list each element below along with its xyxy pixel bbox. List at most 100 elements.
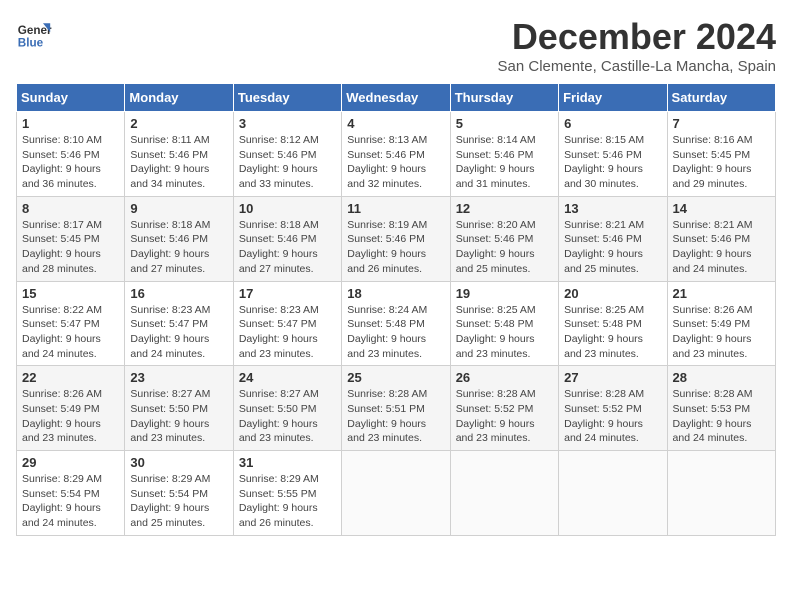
day-number: 8 [22,201,119,216]
month-title: December 2024 [498,16,776,58]
calendar-cell [559,451,667,536]
day-number: 30 [130,455,227,470]
day-info: Sunrise: 8:23 AMSunset: 5:47 PMDaylight:… [239,303,336,362]
calendar-cell: 30 Sunrise: 8:29 AMSunset: 5:54 PMDayligh… [125,451,233,536]
calendar-header-row: SundayMondayTuesdayWednesdayThursdayFrid… [17,84,776,112]
day-number: 20 [564,286,661,301]
calendar-cell: 12 Sunrise: 8:20 AMSunset: 5:46 PMDayligh… [450,196,558,281]
day-number: 14 [673,201,770,216]
calendar-cell: 26Sunrise: 8:28 AMSunset: 5:52 PMDayligh… [450,366,558,451]
day-info: Sunrise: 8:20 AMSunset: 5:46 PMDaylight:… [456,218,553,277]
day-header-tuesday: Tuesday [233,84,341,112]
day-number: 16 [130,286,227,301]
day-info: Sunrise: 8:22 AMSunset: 5:47 PMDaylight:… [22,303,119,362]
calendar-cell: 7 Sunrise: 8:16 AMSunset: 5:45 PMDaylight… [667,112,775,197]
calendar-cell: 2 Sunrise: 8:11 AMSunset: 5:46 PMDaylight… [125,112,233,197]
day-info: Sunrise: 8:23 AMSunset: 5:47 PMDaylight:… [130,303,227,362]
day-info: Sunrise: 8:16 AMSunset: 5:45 PMDaylight:… [673,133,770,192]
location-subtitle: San Clemente, Castille-La Mancha, Spain [498,58,776,75]
day-info: Sunrise: 8:28 AMSunset: 5:52 PMDaylight:… [564,387,661,446]
day-header-friday: Friday [559,84,667,112]
calendar-cell: 31Sunrise: 8:29 AMSunset: 5:55 PMDayligh… [233,451,341,536]
calendar-cell: 6 Sunrise: 8:15 AMSunset: 5:46 PMDaylight… [559,112,667,197]
calendar-cell: 4Sunrise: 8:13 AMSunset: 5:46 PMDaylight… [342,112,450,197]
header: General Blue December 2024 San Clemente,… [16,16,776,75]
calendar-cell: 24 Sunrise: 8:27 AMSunset: 5:50 PMDayligh… [233,366,341,451]
calendar-cell: 9Sunrise: 8:18 AMSunset: 5:46 PMDaylight… [125,196,233,281]
day-number: 3 [239,116,336,131]
calendar-week-row: 8Sunrise: 8:17 AMSunset: 5:45 PMDaylight… [17,196,776,281]
day-info: Sunrise: 8:10 AMSunset: 5:46 PMDaylight:… [22,133,119,192]
day-number: 7 [673,116,770,131]
day-info: Sunrise: 8:12 AMSunset: 5:46 PMDaylight:… [239,133,336,192]
day-number: 23 [130,370,227,385]
day-info: Sunrise: 8:15 AMSunset: 5:46 PMDaylight:… [564,133,661,192]
day-number: 21 [673,286,770,301]
day-info: Sunrise: 8:11 AMSunset: 5:46 PMDaylight:… [130,133,227,192]
day-number: 1 [22,116,119,131]
calendar-cell: 17 Sunrise: 8:23 AMSunset: 5:47 PMDayligh… [233,281,341,366]
svg-text:Blue: Blue [18,37,44,50]
day-number: 6 [564,116,661,131]
logo-icon: General Blue [16,16,52,52]
day-number: 10 [239,201,336,216]
day-info: Sunrise: 8:27 AMSunset: 5:50 PMDaylight:… [239,387,336,446]
calendar-cell: 28 Sunrise: 8:28 AMSunset: 5:53 PMDayligh… [667,366,775,451]
day-number: 28 [673,370,770,385]
calendar-table: SundayMondayTuesdayWednesdayThursdayFrid… [16,83,776,536]
calendar-cell: 5 Sunrise: 8:14 AMSunset: 5:46 PMDaylight… [450,112,558,197]
day-info: Sunrise: 8:28 AMSunset: 5:53 PMDaylight:… [673,387,770,446]
calendar-cell: 23 Sunrise: 8:27 AMSunset: 5:50 PMDayligh… [125,366,233,451]
day-number: 2 [130,116,227,131]
day-header-thursday: Thursday [450,84,558,112]
day-number: 11 [347,201,444,216]
calendar-cell: 15 Sunrise: 8:22 AMSunset: 5:47 PMDayligh… [17,281,125,366]
day-number: 17 [239,286,336,301]
calendar-cell: 16 Sunrise: 8:23 AMSunset: 5:47 PMDayligh… [125,281,233,366]
day-number: 24 [239,370,336,385]
day-info: Sunrise: 8:29 AMSunset: 5:55 PMDaylight:… [239,472,336,531]
calendar-cell [342,451,450,536]
day-header-saturday: Saturday [667,84,775,112]
calendar-cell: 21 Sunrise: 8:26 AMSunset: 5:49 PMDayligh… [667,281,775,366]
day-info: Sunrise: 8:28 AMSunset: 5:51 PMDaylight:… [347,387,444,446]
calendar-cell: 25 Sunrise: 8:28 AMSunset: 5:51 PMDayligh… [342,366,450,451]
calendar-cell: 22 Sunrise: 8:26 AMSunset: 5:49 PMDayligh… [17,366,125,451]
day-header-wednesday: Wednesday [342,84,450,112]
calendar-cell: 1 Sunrise: 8:10 AMSunset: 5:46 PMDaylight… [17,112,125,197]
day-info: Sunrise: 8:18 AMSunset: 5:46 PMDaylight:… [239,218,336,277]
day-number: 22 [22,370,119,385]
day-number: 27 [564,370,661,385]
day-info: Sunrise: 8:25 AMSunset: 5:48 PMDaylight:… [456,303,553,362]
calendar-cell: 8Sunrise: 8:17 AMSunset: 5:45 PMDaylight… [17,196,125,281]
calendar-cell: 18Sunrise: 8:24 AMSunset: 5:48 PMDayligh… [342,281,450,366]
calendar-cell: 11 Sunrise: 8:19 AMSunset: 5:46 PMDayligh… [342,196,450,281]
calendar-cell: 29Sunrise: 8:29 AMSunset: 5:54 PMDayligh… [17,451,125,536]
day-info: Sunrise: 8:14 AMSunset: 5:46 PMDaylight:… [456,133,553,192]
day-number: 13 [564,201,661,216]
day-number: 5 [456,116,553,131]
day-header-sunday: Sunday [17,84,125,112]
calendar-cell [667,451,775,536]
title-area: December 2024 San Clemente, Castille-La … [498,16,776,75]
day-info: Sunrise: 8:29 AMSunset: 5:54 PMDaylight:… [130,472,227,531]
day-info: Sunrise: 8:28 AMSunset: 5:52 PMDaylight:… [456,387,553,446]
day-info: Sunrise: 8:26 AMSunset: 5:49 PMDaylight:… [673,303,770,362]
day-number: 9 [130,201,227,216]
day-number: 15 [22,286,119,301]
day-info: Sunrise: 8:19 AMSunset: 5:46 PMDaylight:… [347,218,444,277]
calendar-cell: 14 Sunrise: 8:21 AMSunset: 5:46 PMDayligh… [667,196,775,281]
calendar-week-row: 15 Sunrise: 8:22 AMSunset: 5:47 PMDayligh… [17,281,776,366]
calendar-cell: 10 Sunrise: 8:18 AMSunset: 5:46 PMDayligh… [233,196,341,281]
day-number: 4 [347,116,444,131]
day-info: Sunrise: 8:27 AMSunset: 5:50 PMDaylight:… [130,387,227,446]
day-number: 25 [347,370,444,385]
day-info: Sunrise: 8:21 AMSunset: 5:46 PMDaylight:… [673,218,770,277]
calendar-cell: 19 Sunrise: 8:25 AMSunset: 5:48 PMDayligh… [450,281,558,366]
day-number: 19 [456,286,553,301]
day-number: 18 [347,286,444,301]
day-number: 12 [456,201,553,216]
day-info: Sunrise: 8:26 AMSunset: 5:49 PMDaylight:… [22,387,119,446]
calendar-cell: 13Sunrise: 8:21 AMSunset: 5:46 PMDayligh… [559,196,667,281]
calendar-cell: 3 Sunrise: 8:12 AMSunset: 5:46 PMDaylight… [233,112,341,197]
